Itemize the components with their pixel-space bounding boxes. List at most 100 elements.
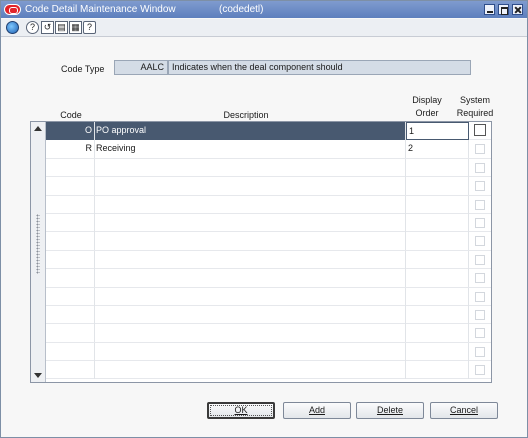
display-order-cell[interactable] [406, 195, 469, 214]
system-required-checkbox[interactable] [475, 181, 485, 192]
code-cell[interactable] [46, 324, 95, 343]
code-cell[interactable]: O [46, 122, 95, 140]
description-cell[interactable] [95, 250, 406, 269]
display-order-cell[interactable]: 1 [406, 122, 469, 140]
description-cell[interactable] [95, 232, 406, 251]
table-row[interactable]: R Receiving 2 [46, 140, 491, 159]
display-order-cell[interactable] [406, 305, 469, 324]
display-order-cell[interactable] [406, 232, 469, 251]
ok-button[interactable]: OK [207, 402, 275, 419]
code-cell[interactable] [46, 287, 95, 306]
code-cell[interactable] [46, 342, 95, 361]
title-bar[interactable]: Code Detail Maintenance Window (codedetl… [1, 1, 527, 18]
system-required-checkbox[interactable] [475, 291, 485, 302]
code-cell[interactable]: R [46, 140, 95, 159]
minimize-icon[interactable] [484, 4, 495, 15]
column-header-system-required: System Required [453, 94, 497, 120]
code-detail-window: Code Detail Maintenance Window (codedetl… [0, 0, 528, 438]
column-header-system-line1: System [459, 95, 490, 105]
description-cell[interactable] [95, 177, 406, 196]
system-required-checkbox[interactable] [475, 365, 485, 376]
system-required-checkbox[interactable] [475, 162, 485, 173]
description-cell[interactable] [95, 269, 406, 288]
add-button[interactable]: Add [283, 402, 351, 419]
window-subtitle: (codedetl) [219, 4, 264, 15]
table-row[interactable] [46, 250, 491, 270]
code-cell[interactable] [46, 361, 95, 380]
system-required-cell [469, 232, 491, 250]
scroll-down-arrow-icon[interactable] [34, 373, 42, 378]
cancel-button[interactable]: Cancel [430, 402, 498, 419]
code-cell[interactable] [46, 177, 95, 196]
display-order-cell[interactable] [406, 250, 469, 269]
code-detail-grid: O PO approval 1 R Receiving 2 [30, 121, 492, 383]
table-row[interactable] [46, 232, 491, 251]
scroll-grip-icon[interactable] [36, 214, 40, 274]
table-row[interactable] [46, 177, 491, 196]
system-required-checkbox[interactable] [475, 346, 485, 357]
code-cell[interactable] [46, 232, 95, 251]
scroll-up-arrow-icon[interactable] [34, 126, 42, 131]
help-icon[interactable]: ? [26, 21, 39, 34]
system-required-checkbox[interactable] [475, 217, 485, 228]
code-cell[interactable] [46, 269, 95, 288]
close-icon[interactable] [512, 4, 523, 15]
table-row[interactable] [46, 305, 491, 325]
record-icon[interactable]: ↺ [41, 21, 54, 34]
code-cell[interactable] [46, 158, 95, 177]
print-icon[interactable]: ▦ [69, 21, 82, 34]
display-order-cell[interactable] [406, 324, 469, 343]
description-cell[interactable]: PO approval [95, 122, 406, 140]
system-required-checkbox[interactable] [475, 254, 485, 265]
table-row[interactable] [46, 213, 491, 233]
system-required-cell [469, 122, 491, 140]
table-row[interactable] [46, 361, 491, 380]
description-cell[interactable] [95, 324, 406, 343]
description-cell[interactable] [95, 305, 406, 324]
delete-button[interactable]: Delete [356, 402, 424, 419]
code-cell[interactable] [46, 213, 95, 232]
system-required-checkbox[interactable] [475, 328, 485, 339]
table-row[interactable] [46, 324, 491, 343]
display-order-cell[interactable] [406, 342, 469, 361]
description-cell[interactable] [95, 361, 406, 380]
display-order-cell[interactable] [406, 213, 469, 232]
display-order-cell[interactable]: 2 [406, 140, 469, 159]
system-required-cell [469, 343, 491, 361]
display-order-cell[interactable] [406, 269, 469, 288]
description-cell[interactable] [95, 342, 406, 361]
system-required-cell [469, 159, 491, 177]
description-cell[interactable]: Receiving [95, 140, 406, 159]
globe-icon[interactable] [6, 21, 19, 34]
vertical-scrollbar[interactable] [31, 122, 46, 382]
code-cell[interactable] [46, 305, 95, 324]
code-type-label: Code Type [61, 64, 105, 74]
table-row[interactable]: O PO approval 1 [46, 122, 491, 141]
display-order-cell[interactable] [406, 177, 469, 196]
description-cell[interactable] [95, 287, 406, 306]
maximize-icon[interactable] [498, 4, 509, 15]
display-order-cell[interactable] [406, 158, 469, 177]
system-required-checkbox[interactable] [474, 124, 486, 136]
table-row[interactable] [46, 158, 491, 178]
system-required-checkbox[interactable] [475, 144, 485, 155]
description-cell[interactable] [95, 213, 406, 232]
code-cell[interactable] [46, 250, 95, 269]
system-required-checkbox[interactable] [475, 309, 485, 320]
table-row[interactable] [46, 342, 491, 362]
system-required-checkbox[interactable] [475, 236, 485, 247]
display-order-cell[interactable] [406, 361, 469, 380]
add-button-label: Add [308, 405, 325, 415]
ok-button-label: OK [234, 405, 248, 415]
system-required-checkbox[interactable] [475, 199, 485, 210]
question-icon[interactable]: ? [83, 21, 96, 34]
code-cell[interactable] [46, 195, 95, 214]
table-row[interactable] [46, 269, 491, 288]
table-row[interactable] [46, 287, 491, 306]
system-required-checkbox[interactable] [475, 273, 485, 284]
note-icon[interactable]: ▤ [55, 21, 68, 34]
display-order-cell[interactable] [406, 287, 469, 306]
description-cell[interactable] [95, 158, 406, 177]
description-cell[interactable] [95, 195, 406, 214]
table-row[interactable] [46, 195, 491, 214]
